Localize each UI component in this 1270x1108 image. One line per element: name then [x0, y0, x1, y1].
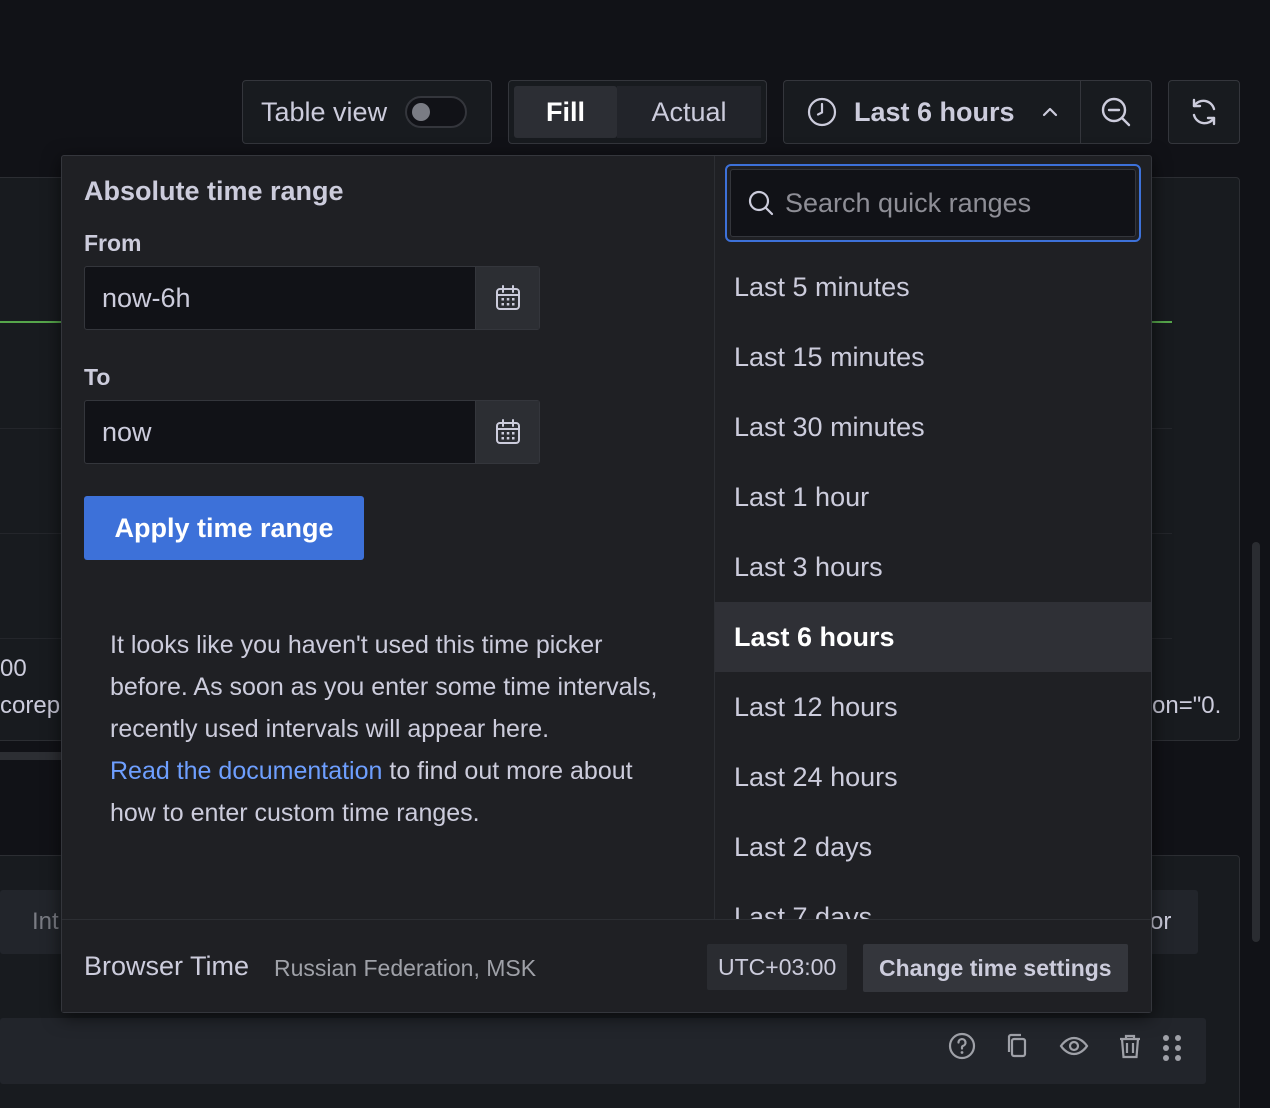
utc-offset-badge: UTC+03:00 — [707, 944, 848, 990]
table-view-label: Table view — [261, 96, 388, 127]
calendar-icon — [493, 417, 523, 447]
clock-icon — [806, 96, 838, 128]
quick-range-item[interactable]: Last 12 hours — [715, 672, 1151, 742]
quick-ranges-list: Last 5 minutes Last 15 minutes Last 30 m… — [715, 252, 1151, 919]
time-picker-popover: Absolute time range From To Apply time r… — [61, 155, 1152, 1013]
scrollbar-thumb[interactable] — [1252, 542, 1260, 942]
switch-knob — [412, 103, 431, 121]
table-view-switch[interactable] — [405, 96, 468, 128]
drag-handle-icon[interactable] — [1160, 1030, 1184, 1066]
zoom-out-icon — [1099, 95, 1133, 129]
fill-option[interactable]: Fill — [514, 86, 617, 138]
zoom-out-button[interactable] — [1080, 80, 1152, 144]
to-label: To — [84, 364, 111, 390]
timezone-name: Russian Federation, MSK — [274, 955, 537, 981]
quick-range-item[interactable]: Last 7 days — [715, 882, 1151, 920]
copy-icon[interactable] — [1002, 1030, 1034, 1062]
help-text: It looks like you haven't used this time… — [110, 624, 670, 834]
absolute-time-range-pane: Absolute time range From To Apply time r… — [62, 156, 714, 919]
table-view-toggle[interactable]: Table view — [242, 80, 492, 144]
time-range-picker-button[interactable]: Last 6 hours — [783, 80, 1081, 144]
search-quick-ranges-input[interactable] — [775, 187, 1139, 219]
from-input[interactable] — [85, 267, 475, 329]
from-label: From — [84, 230, 142, 256]
background-text: corep — [0, 692, 61, 719]
chevron-up-icon — [1041, 105, 1059, 119]
quick-range-item[interactable]: Last 1 hour — [715, 462, 1151, 532]
help-icon[interactable] — [946, 1030, 978, 1062]
fill-actual-segmented: Fill Actual — [508, 80, 767, 144]
quick-range-item[interactable]: Last 24 hours — [715, 742, 1151, 812]
background-text: or — [1150, 908, 1172, 935]
documentation-link[interactable]: Read the documentation — [110, 757, 382, 785]
eye-icon[interactable] — [1058, 1030, 1090, 1062]
calendar-icon — [493, 283, 523, 313]
absolute-time-range-title: Absolute time range — [84, 176, 344, 206]
refresh-button[interactable] — [1168, 80, 1240, 144]
apply-time-range-button[interactable]: Apply time range — [84, 496, 364, 560]
background-text: Int — [32, 908, 59, 935]
from-calendar-button[interactable] — [475, 267, 539, 329]
trash-icon[interactable] — [1114, 1030, 1146, 1062]
quick-ranges-pane: Last 5 minutes Last 15 minutes Last 30 m… — [715, 156, 1151, 919]
background-text: 00 — [0, 655, 27, 682]
quick-range-item[interactable]: Last 30 minutes — [715, 392, 1151, 462]
help-text-intro: It looks like you haven't used this time… — [110, 631, 658, 743]
refresh-icon — [1187, 95, 1221, 129]
browser-time-label: Browser Time — [84, 951, 250, 981]
time-settings-footer: Browser Time Russian Federation, MSK UTC… — [62, 919, 1151, 1012]
quick-range-item[interactable]: Last 3 hours — [715, 532, 1151, 602]
actual-option[interactable]: Actual — [617, 86, 761, 138]
search-icon — [747, 189, 775, 217]
from-field — [84, 266, 540, 330]
to-input[interactable] — [85, 401, 475, 463]
quick-range-search — [725, 164, 1141, 242]
quick-range-item[interactable]: Last 2 days — [715, 812, 1151, 882]
quick-range-item[interactable]: Last 5 minutes — [715, 252, 1151, 322]
time-range-label: Last 6 hours — [854, 96, 1015, 127]
background-text: on="0. — [1152, 692, 1222, 719]
to-calendar-button[interactable] — [475, 401, 539, 463]
quick-range-item-selected[interactable]: Last 6 hours — [715, 602, 1151, 672]
quick-range-item[interactable]: Last 15 minutes — [715, 322, 1151, 392]
search-box — [730, 169, 1139, 237]
to-field — [84, 400, 540, 464]
background-strip — [0, 752, 70, 760]
change-time-settings-button[interactable]: Change time settings — [863, 944, 1128, 992]
